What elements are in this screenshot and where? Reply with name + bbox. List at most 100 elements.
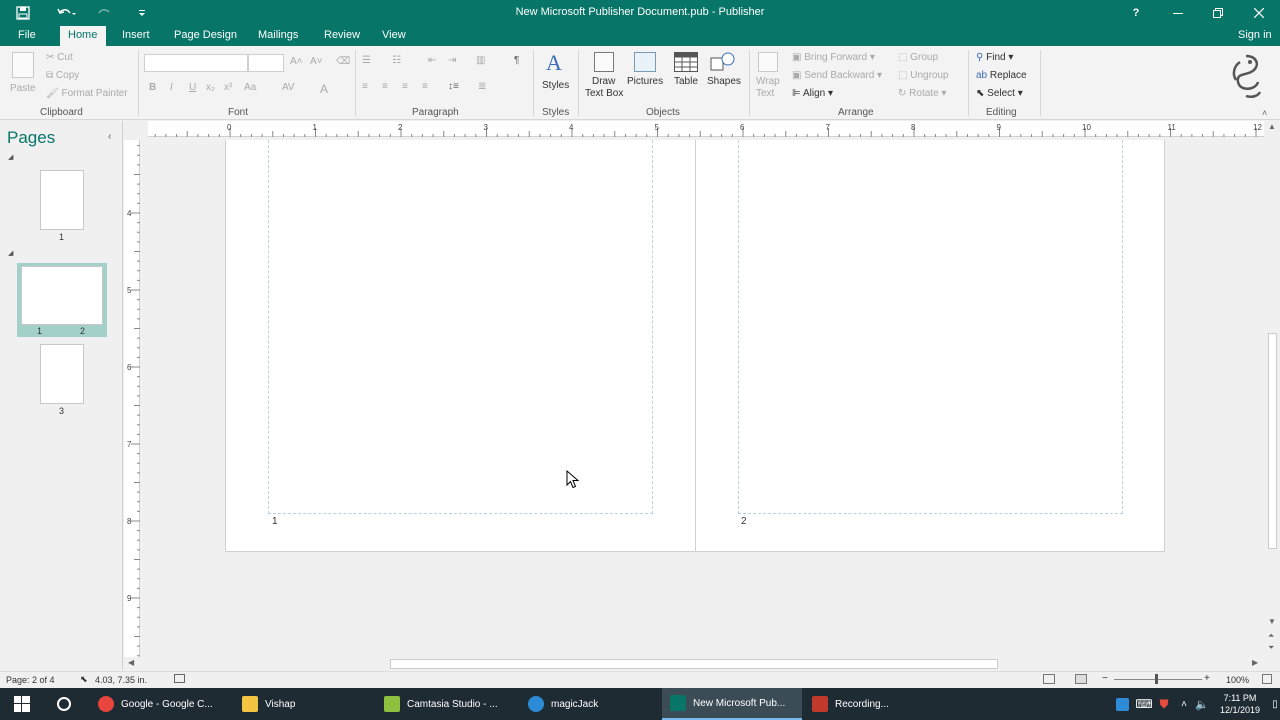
styles-button[interactable]: A Styles: [540, 50, 574, 104]
tray-app-icon[interactable]: [1112, 688, 1132, 720]
numbering-icon[interactable]: ☷: [392, 55, 401, 66]
vertical-ruler[interactable]: 4 5 6 7 8 9: [124, 140, 140, 660]
draw-text-box-button[interactable]: Draw Text Box: [584, 50, 624, 104]
taskbar-item-magicjack[interactable]: magicJack: [524, 688, 656, 720]
change-case-icon[interactable]: Aa: [244, 82, 256, 93]
subscript-icon[interactable]: x₂: [206, 82, 215, 93]
bullets-icon[interactable]: ☰: [362, 55, 371, 66]
volume-icon[interactable]: 🔈: [1194, 688, 1210, 720]
font-color-button[interactable]: A: [320, 82, 328, 96]
security-shield-icon[interactable]: ⛊: [1156, 688, 1172, 720]
zoom-out-icon[interactable]: −: [1102, 673, 1108, 684]
format-painter-button[interactable]: 🖌 Format Painter: [46, 88, 128, 99]
shapes-button[interactable]: Shapes: [704, 50, 744, 104]
notifications-icon[interactable]: ▯: [1270, 688, 1280, 720]
table-button[interactable]: Table: [670, 50, 702, 104]
page-thumb-3[interactable]: [40, 344, 84, 404]
justify-icon[interactable]: ≡: [422, 81, 428, 92]
ungroup-button[interactable]: ⬚ Ungroup: [898, 70, 949, 81]
tab-home[interactable]: Home: [60, 26, 106, 46]
superscript-icon[interactable]: x²: [224, 82, 232, 93]
taskbar-item-explorer[interactable]: Vishap: [238, 688, 368, 720]
align-left-icon[interactable]: ≡: [362, 81, 368, 92]
send-backward-button[interactable]: ▣ Send Backward ▾: [792, 70, 882, 81]
font-name-combo[interactable]: [144, 54, 248, 72]
tab-review[interactable]: Review: [316, 26, 368, 46]
replace-button[interactable]: ab Replace: [976, 70, 1027, 81]
paragraph-options-icon[interactable]: ≣: [478, 81, 486, 92]
grow-font-icon[interactable]: A˄: [290, 56, 303, 67]
taskbar-item-camtasia[interactable]: Camtasia Studio - ...: [380, 688, 514, 720]
zoom-level[interactable]: 100%: [1226, 675, 1249, 685]
horizontal-scroll-thumb[interactable]: [390, 659, 998, 669]
bring-forward-button[interactable]: ▣ Bring Forward ▾: [792, 52, 875, 63]
underline-button[interactable]: U: [189, 82, 196, 93]
select-button[interactable]: ⬉ Select ▾: [976, 88, 1023, 99]
network-icon[interactable]: ⌨: [1135, 688, 1152, 720]
paste-button[interactable]: Paste: [8, 50, 38, 100]
tab-mailings[interactable]: Mailings: [250, 26, 306, 46]
close-button[interactable]: [1241, 0, 1277, 26]
start-button[interactable]: [8, 688, 36, 720]
copy-button[interactable]: ⧉ Copy: [46, 70, 79, 81]
section-collapse-icon[interactable]: ◢: [8, 153, 13, 161]
char-spacing-icon[interactable]: AV: [282, 82, 295, 93]
rotate-button[interactable]: ↻ Rotate ▾: [898, 88, 946, 99]
page-indicator[interactable]: Page: 2 of 4: [6, 675, 55, 685]
cortana-button[interactable]: [50, 688, 78, 720]
bold-button[interactable]: B: [149, 82, 156, 93]
fit-page-icon[interactable]: [1262, 674, 1272, 684]
scroll-right-icon[interactable]: ▶: [1252, 658, 1258, 667]
group-button[interactable]: ⬚ Group: [898, 52, 938, 63]
pictures-button[interactable]: Pictures: [626, 50, 666, 104]
tab-page-design[interactable]: Page Design: [166, 26, 245, 46]
clock[interactable]: 7:11 PM 12/1/2019: [1210, 688, 1270, 720]
align-center-icon[interactable]: ≡: [382, 81, 388, 92]
zoom-slider-thumb[interactable]: [1155, 674, 1158, 684]
shrink-font-icon[interactable]: A˅: [310, 56, 323, 67]
scroll-left-icon[interactable]: ◀: [128, 658, 134, 667]
sign-in-link[interactable]: Sign in: [1230, 26, 1280, 46]
collapse-pane-icon[interactable]: ‹: [108, 131, 111, 142]
previous-page-icon[interactable]: ⏶: [1268, 631, 1274, 641]
section-collapse-icon[interactable]: ◢: [8, 249, 13, 257]
tab-file[interactable]: File: [10, 26, 44, 46]
increase-indent-icon[interactable]: ⇥: [448, 55, 456, 66]
zoom-in-icon[interactable]: +: [1204, 673, 1210, 684]
wrap-text-button[interactable]: Wrap Text: [754, 50, 784, 104]
horizontal-scrollbar[interactable]: ◀ ▶: [124, 657, 1265, 671]
show-hidden-icons[interactable]: ˄: [1176, 688, 1192, 720]
taskbar-item-chrome[interactable]: Google - Google C...: [94, 688, 226, 720]
taskbar-item-recording[interactable]: Recording...: [808, 688, 940, 720]
help-button[interactable]: ?: [1118, 0, 1154, 26]
page-thumb-1[interactable]: [40, 170, 84, 230]
tab-view[interactable]: View: [374, 26, 414, 46]
collapse-ribbon-icon[interactable]: ˄: [1262, 108, 1267, 118]
align-right-icon[interactable]: ≡: [402, 81, 408, 92]
decrease-indent-icon[interactable]: ⇤: [428, 55, 436, 66]
page-thumb-2-3-selected[interactable]: 1 2: [17, 263, 107, 337]
clear-format-icon[interactable]: ⌫: [336, 56, 350, 67]
scroll-up-icon[interactable]: ▲: [1268, 122, 1276, 131]
font-size-combo[interactable]: [248, 54, 284, 72]
cut-button[interactable]: ✂ Cut: [46, 52, 73, 63]
line-spacing-icon[interactable]: ↕≡: [448, 81, 459, 92]
columns-icon[interactable]: ▥: [476, 55, 485, 66]
italic-button[interactable]: I: [170, 82, 173, 93]
show-marks-button[interactable]: ¶: [514, 55, 519, 66]
vertical-scrollbar[interactable]: ▲ ▼ ⏶ ⏷: [1265, 121, 1280, 657]
two-page-spread-view-icon[interactable]: [1075, 674, 1087, 684]
align-button[interactable]: ⊫ Align ▾: [792, 88, 833, 99]
taskbar-item-publisher[interactable]: New Microsoft Pub...: [662, 688, 802, 720]
horizontal-ruler[interactable]: 0 1 2 3 4 5 6 7 8 9 10 11 12: [148, 121, 1264, 137]
minimize-button[interactable]: [1160, 0, 1196, 26]
next-page-icon[interactable]: ⏷: [1268, 643, 1274, 653]
tab-insert[interactable]: Insert: [114, 26, 158, 46]
single-page-view-icon[interactable]: [1043, 674, 1055, 684]
zoom-slider[interactable]: [1114, 679, 1202, 680]
find-button[interactable]: ⚲ Find ▾: [976, 52, 1013, 63]
scroll-down-icon[interactable]: ▼: [1268, 617, 1276, 626]
restore-button[interactable]: [1200, 0, 1236, 26]
vertical-scroll-thumb[interactable]: [1268, 333, 1277, 549]
document-workspace[interactable]: 1 2: [141, 140, 1265, 656]
